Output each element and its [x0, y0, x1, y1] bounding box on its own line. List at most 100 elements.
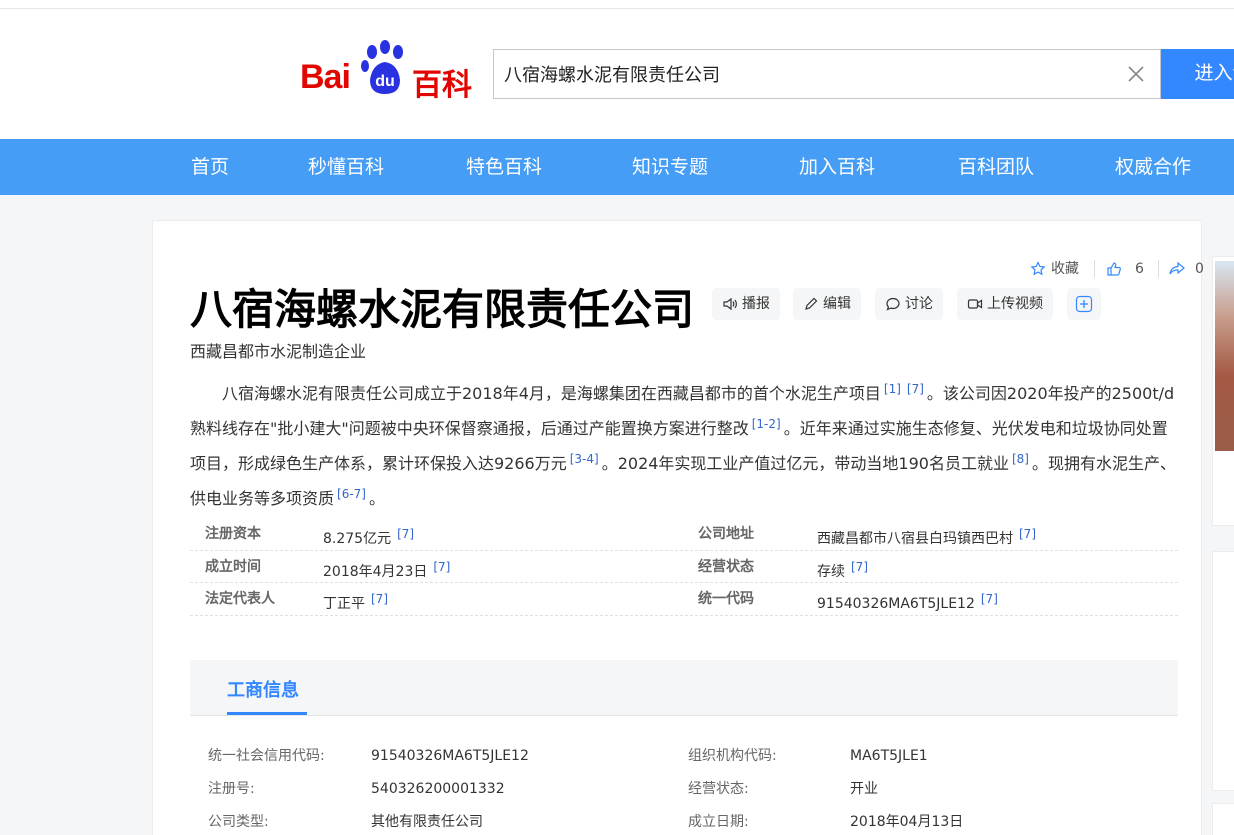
nav-item-join[interactable]: 加入百科 — [799, 139, 875, 195]
business-value: 91540326MA6T5JLE12 — [371, 748, 529, 764]
nav-item-tese[interactable]: 特色百科 — [466, 139, 542, 195]
page-title: 八宿海螺水泥有限责任公司 — [190, 285, 695, 334]
info-label: 统一代码 — [698, 591, 754, 607]
business-value: MA6T5JLE1 — [850, 748, 928, 764]
business-row: 注册号: 540326200001332 经营状态: 开业 — [208, 773, 1178, 806]
summary-text: 八宿海螺水泥有限责任公司成立于2018年4月，是海螺集团在西藏昌都市的首个水泥生… — [222, 384, 881, 403]
reference-link[interactable]: [7] — [397, 527, 414, 541]
main-nav: 首页 秒懂百科 特色百科 知识专题 加入百科 百科团队 权威合作 — [0, 139, 1234, 195]
business-row: 统一社会信用代码: 91540326MA6T5JLE12 组织机构代码: MA6… — [208, 740, 1178, 773]
business-label: 组织机构代码: — [688, 748, 777, 764]
pencil-icon — [805, 297, 818, 310]
upload-video-button[interactable]: 上传视频 — [957, 288, 1053, 320]
active-tab-indicator — [227, 712, 307, 715]
reference-link[interactable]: [7] — [371, 592, 388, 606]
nav-item-team[interactable]: 百科团队 — [958, 139, 1034, 195]
basic-info-table: 注册资本 8.275亿元 [7] 公司地址 西藏昌都市八宿县白玛镇西巴村 [7] 成… — [190, 518, 1178, 616]
share-button[interactable]: 0 — [1169, 258, 1204, 280]
entry-summary: 八宿海螺水泥有限责任公司成立于2018年4月，是海螺集团在西藏昌都市的首个水泥生… — [190, 374, 1180, 514]
album-image[interactable] — [1215, 261, 1234, 451]
star-icon — [1030, 261, 1046, 276]
action-divider — [1094, 260, 1095, 278]
tab-business-info[interactable]: 工商信息 — [227, 676, 299, 702]
business-label: 注册号: — [208, 781, 255, 797]
enter-entry-button[interactable]: 进入词条 — [1161, 49, 1234, 99]
reference-link[interactable]: [8] — [1012, 452, 1029, 466]
edit-label: 编辑 — [823, 296, 851, 312]
discuss-label: 讨论 — [905, 296, 933, 312]
info-label: 成立时间 — [205, 558, 261, 575]
add-button[interactable] — [1067, 288, 1101, 320]
paw-logo-icon: du — [361, 40, 403, 94]
speaker-icon — [723, 297, 737, 311]
info-label: 注册资本 — [205, 526, 261, 542]
nav-item-home[interactable]: 首页 — [191, 139, 229, 195]
business-value: 540326200001332 — [371, 781, 505, 797]
business-value: 开业 — [850, 781, 878, 797]
entry-subtitle: 西藏昌都市水泥制造企业 — [190, 342, 367, 361]
business-label: 经营状态: — [688, 781, 749, 797]
summary-text: 。 — [368, 489, 385, 508]
info-value: 2018年4月23日 [7] — [323, 559, 451, 580]
basic-info-row: 成立时间 2018年4月23日 [7] 经营状态 存续 [7] — [190, 551, 1178, 583]
action-divider — [1158, 260, 1159, 278]
reference-link[interactable]: [7] — [907, 382, 924, 396]
baidu-baike-logo[interactable]: Bai du 百科 — [298, 38, 480, 103]
broadcast-label: 播报 — [742, 296, 770, 312]
nav-item-miaodong[interactable]: 秒懂百科 — [308, 139, 384, 195]
speech-bubble-icon — [886, 297, 900, 311]
info-label: 经营状态 — [698, 558, 754, 575]
summary-paragraph: 八宿海螺水泥有限责任公司成立于2018年4月，是海螺集团在西藏昌都市的首个水泥生… — [190, 374, 1180, 514]
business-value: 2018年04月13日 — [850, 814, 964, 830]
search-box — [493, 49, 1161, 99]
edit-button[interactable]: 编辑 — [793, 288, 861, 320]
logo-bai-text: Bai — [300, 58, 351, 96]
business-value: 其他有限责任公司 — [371, 814, 483, 830]
clear-icon[interactable] — [1124, 62, 1148, 86]
summary-text: 。2024年实现工业产值过亿元，带动当地190名员工就业 — [601, 454, 1009, 473]
discuss-button[interactable]: 讨论 — [875, 288, 943, 320]
reference-link[interactable]: [1] — [884, 382, 901, 396]
video-camera-icon — [967, 299, 983, 309]
info-label: 公司地址 — [698, 526, 754, 542]
business-info-table: 统一社会信用代码: 91540326MA6T5JLE12 组织机构代码: MA6… — [208, 740, 1178, 835]
top-divider — [0, 8, 1234, 9]
plus-square-icon — [1075, 295, 1093, 313]
business-label: 公司类型: — [208, 814, 269, 830]
logo-baike-text: 百科 — [412, 68, 472, 103]
reference-link[interactable]: [3-4] — [570, 452, 599, 466]
side-related-card — [1212, 551, 1234, 791]
business-label: 成立日期: — [688, 814, 749, 830]
reference-link[interactable]: [7] — [1019, 527, 1036, 541]
search-input[interactable] — [504, 50, 1104, 98]
business-row: 公司类型: 其他有限责任公司 成立日期: 2018年04月13日 — [208, 806, 1178, 835]
info-value: 西藏昌都市八宿县白玛镇西巴村 [7] — [817, 527, 1036, 547]
business-label: 统一社会信用代码: — [208, 748, 325, 764]
reference-link[interactable]: [6-7] — [337, 487, 366, 501]
reference-link[interactable]: [1-2] — [752, 417, 781, 431]
nav-item-zhishi[interactable]: 知识专题 — [632, 139, 708, 195]
business-info-header: 工商信息 — [190, 660, 1178, 716]
basic-info-row: 法定代表人 丁正平 [7] 统一代码 91540326MA6T5JLE12 [7] — [190, 583, 1178, 616]
nav-item-cooperation[interactable]: 权威合作 — [1115, 139, 1191, 195]
top-header: Bai du 百科 进入词条 — [0, 0, 1234, 139]
collect-label: 收藏 — [1051, 261, 1079, 277]
basic-info-row: 注册资本 8.275亿元 [7] 公司地址 西藏昌都市八宿县白玛镇西巴村 [7] — [190, 518, 1178, 551]
reference-link[interactable]: [7] — [851, 560, 868, 574]
side-album-card — [1212, 256, 1234, 526]
thumbs-up-icon — [1107, 262, 1121, 276]
broadcast-button[interactable]: 播报 — [712, 288, 780, 320]
logo-du-text: du — [375, 73, 395, 90]
info-value: 存续 [7] — [817, 559, 868, 580]
like-button[interactable]: 6 — [1106, 258, 1144, 280]
share-count: 0 — [1195, 261, 1204, 277]
reference-link[interactable]: [7] — [981, 592, 998, 606]
info-value: 丁正平 [7] — [323, 592, 388, 612]
share-icon — [1169, 261, 1185, 275]
reference-link[interactable]: [7] — [433, 560, 450, 574]
info-label: 法定代表人 — [205, 591, 275, 607]
side-extra-card — [1212, 803, 1234, 835]
collect-button[interactable]: 收藏 — [1030, 258, 1079, 280]
info-value: 91540326MA6T5JLE12 [7] — [817, 592, 998, 612]
like-count: 6 — [1135, 261, 1144, 277]
